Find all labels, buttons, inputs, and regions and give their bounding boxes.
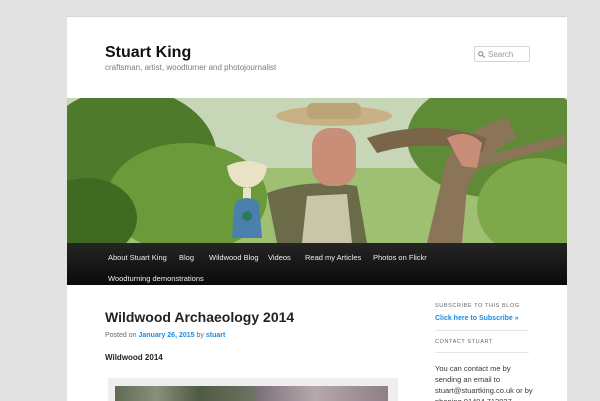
post-author-link[interactable]: stuart [206,332,225,339]
subscribe-widget-title: Subscribe to this blog [435,303,520,309]
contact-widget-title: Contact Stuart [435,339,493,345]
contact-text: You can contact me by sending an email t… [435,364,533,401]
page-container: Stuart King craftsman, artist, woodturne… [67,16,567,401]
post-date-link[interactable]: January 26, 2015 [138,332,194,339]
site-title[interactable]: Stuart King [105,44,191,62]
subscribe-link[interactable]: Click here to Subscribe » [435,315,519,322]
search-icon [478,50,485,58]
nav-item-about[interactable]: About Stuart King [108,253,167,262]
nav-item-articles[interactable]: Read my Articles [305,253,361,262]
search-form[interactable] [474,46,530,62]
post-gallery [108,378,398,401]
main-navigation: About Stuart King Blog Wildwood Blog Vid… [67,243,567,285]
search-input[interactable] [485,49,526,59]
gallery-photo[interactable] [115,386,255,401]
nav-item-videos[interactable]: Videos [268,253,291,262]
by-label: by [196,332,204,339]
gallery-photo[interactable] [255,386,388,401]
post-subheading: Wildwood 2014 [105,353,163,362]
nav-item-blog[interactable]: Blog [179,253,194,262]
nav-item-flickr[interactable]: Photos on Flickr [373,253,427,262]
nav-item-wildwood-blog[interactable]: Wildwood Blog [209,253,259,262]
post-title[interactable]: Wildwood Archaeology 2014 [105,309,294,325]
nav-item-woodturning[interactable]: Woodturning demonstrations [108,274,204,283]
widget-divider [435,352,529,353]
post-meta: Posted on January 26, 2015 by stuart [105,332,225,339]
site-description: craftsman, artist, woodturner and photoj… [105,63,277,72]
widget-divider [435,330,529,331]
posted-on-label: Posted on [105,332,137,339]
header-image [67,98,567,243]
